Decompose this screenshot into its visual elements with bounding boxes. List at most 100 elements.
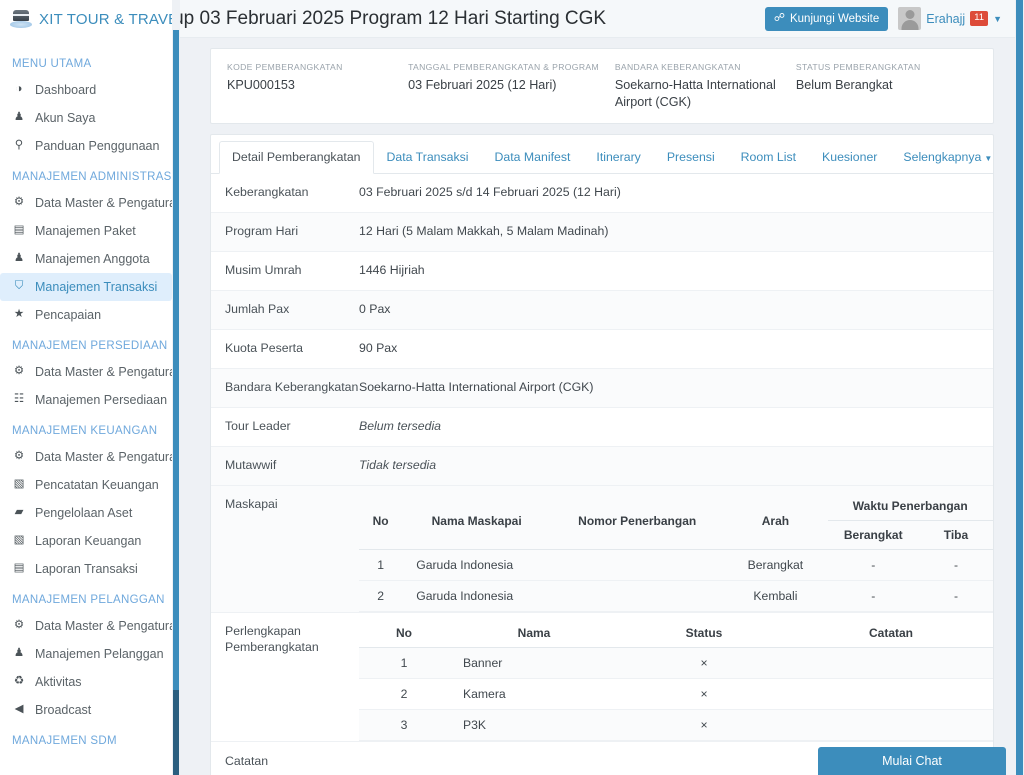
detail-key: Keberangkatan bbox=[225, 185, 309, 200]
tab-label: Itinerary bbox=[596, 150, 641, 165]
sidebar-item-manajemen-persediaan[interactable]: ☷ Manajemen Persediaan bbox=[0, 386, 180, 414]
tab-selengkapnya[interactable]: Selengkapnya ▼ bbox=[890, 141, 1005, 174]
users-icon: ♟ bbox=[13, 252, 25, 265]
summary-value: KPU000153 bbox=[227, 78, 295, 92]
cell-tiba: - bbox=[918, 580, 993, 613]
sidebar-item-data-master-pengaturan[interactable]: ⚙ Data Master & Pengaturan bbox=[0, 189, 180, 217]
cell-arah: Berangkat bbox=[723, 549, 828, 582]
sidebar-scrollbar-thumb[interactable] bbox=[173, 30, 179, 690]
page-scrollbar-thumb[interactable] bbox=[1016, 0, 1023, 775]
dashboard-icon: ◑ bbox=[15, 83, 23, 96]
user-name: Erahajj bbox=[926, 11, 966, 26]
detail-row: Mutawwif Tidak tersedia bbox=[211, 447, 993, 487]
summary-field: KODE PEMBERANGKATAN KPU000153 bbox=[227, 62, 408, 110]
tab-label: Presensi bbox=[666, 150, 715, 165]
topbar: Grup 03 Februari 2025 Program 12 Hari St… bbox=[180, 0, 1024, 38]
detail-rows: Keberangkatan 03 Februari 2025 s/d 14 Feb… bbox=[211, 174, 993, 487]
sidebar-item-pencapaian[interactable]: ★ Pencapaian bbox=[0, 301, 180, 329]
tab-data-manifest[interactable]: Data Manifest bbox=[482, 141, 584, 174]
users-icon: ♟ bbox=[13, 647, 25, 660]
sidebar-item-dashboard[interactable]: ◑ Dashboard bbox=[0, 76, 180, 104]
tab-itinerary[interactable]: Itinerary bbox=[583, 141, 653, 174]
sidebar-item-broadcast[interactable]: ◀ Broadcast bbox=[0, 696, 180, 724]
sidebar-item-laporan-transaksi[interactable]: ▤ Laporan Transaksi bbox=[0, 555, 180, 583]
summary-value: 03 Februari 2025 (12 Hari) bbox=[408, 78, 557, 92]
tab-kuesioner[interactable]: Kuesioner bbox=[809, 141, 890, 174]
summary-value: Soekarno-Hatta International Airport (CG… bbox=[614, 78, 776, 109]
detail-key: Bandara Keberangkatan bbox=[225, 380, 359, 395]
sidebar-item-manajemen-transaksi[interactable]: ⛉ Manajemen Transaksi bbox=[0, 273, 172, 301]
sidebar-item-data-master-pengaturan[interactable]: ⚙ Data Master & Pengaturan bbox=[0, 443, 180, 471]
tab-label: Detail Pemberangkatan bbox=[232, 150, 361, 165]
sidebar-item-label: Pengelolaan Aset bbox=[35, 506, 133, 520]
sidebar-item-aktivitas[interactable]: ♻ Aktivitas bbox=[0, 668, 180, 696]
departure-summary-card: KODE PEMBERANGKATAN KPU000153 TANGGAL PE… bbox=[210, 48, 994, 125]
visit-website-label: Kunjungi Website bbox=[789, 12, 880, 25]
cell-no: 1 bbox=[359, 549, 403, 582]
maskapai-table: No Nama Maskapai Nomor Penerbangan Arah … bbox=[359, 492, 993, 613]
sidebar-item-manajemen-anggota[interactable]: ♟ Manajemen Anggota bbox=[0, 245, 180, 273]
detail-row: Kuota Peserta 90 Pax bbox=[211, 330, 993, 370]
detail-row: Program Hari 12 Hari (5 Malam Makkah, 5 M… bbox=[211, 213, 993, 253]
maskapai-row: Maskapai No Nama Maskapai Nomor Penerban… bbox=[211, 486, 993, 614]
gears-icon: ⚙ bbox=[13, 196, 25, 209]
detail-row: Bandara Keberangkatan Soekarno-Hatta Inte… bbox=[211, 369, 993, 409]
tab-data-transaksi[interactable]: Data Transaksi bbox=[374, 141, 482, 174]
sidebar-item-pencatatan-keuangan[interactable]: ▧ Pencatatan Keuangan bbox=[0, 471, 180, 499]
sidebar-item-data-master-pengaturan[interactable]: ⚙ Data Master & Pengaturan bbox=[0, 358, 180, 386]
sidebar-scrollbar-lower[interactable] bbox=[173, 690, 179, 775]
brand-name: XIT TOUR & TRAVEL bbox=[39, 10, 180, 28]
brand-logo-area[interactable]: XIT TOUR & TRAVEL bbox=[0, 0, 180, 38]
table-row: 1 Garuda Indonesia Berangkat - - bbox=[359, 549, 993, 582]
cart-icon: ⛉ bbox=[14, 280, 24, 293]
detail-key: Musim Umrah bbox=[225, 263, 302, 278]
summary-field: TANGGAL PEMBERANGKATAN & PROGRAM 03 Febr… bbox=[408, 62, 615, 110]
user-menu[interactable]: Erahajj 11 ▼ bbox=[898, 7, 1002, 30]
gears-icon: ⚙ bbox=[13, 450, 25, 463]
cell-no: 2 bbox=[359, 580, 403, 613]
bulb-icon: ⚲ bbox=[14, 139, 24, 152]
cell-catatan bbox=[789, 709, 993, 742]
sidebar-item-label: Pencapaian bbox=[35, 308, 102, 322]
tab-presensi[interactable]: Presensi bbox=[654, 141, 728, 174]
sidebar-item-data-master-pengaturan[interactable]: ⚙ Data Master & Pengaturan bbox=[0, 612, 180, 640]
sidebar-group-header: MANAJEMEN KEUANGAN bbox=[12, 425, 158, 437]
cell-status: × bbox=[619, 678, 789, 711]
tab-detail-pemberangkatan[interactable]: Detail Pemberangkatan bbox=[219, 141, 374, 175]
start-chat-button[interactable]: Mulai Chat bbox=[818, 747, 1006, 775]
sidebar-group-header: MANAJEMEN ADMINISTRASI bbox=[12, 171, 176, 183]
col-berangkat: Berangkat bbox=[827, 520, 919, 551]
cell-nama: Banner bbox=[449, 647, 619, 680]
gears-icon: ⚙ bbox=[13, 619, 25, 632]
summary-field: STATUS PEMBERANGKATAN Belum Berangkat bbox=[796, 62, 977, 110]
main-area: Grup 03 Februari 2025 Program 12 Hari St… bbox=[180, 0, 1024, 775]
star-badge-icon: ★ bbox=[13, 308, 25, 321]
tab-label: Kuesioner bbox=[822, 150, 878, 165]
sidebar-item-label: Panduan Penggunaan bbox=[35, 139, 160, 153]
sidebar-item-manajemen-paket[interactable]: ▤ Manajemen Paket bbox=[0, 217, 180, 245]
sidebar-item-panduan-penggunaan[interactable]: ⚲ Panduan Penggunaan bbox=[0, 132, 180, 160]
briefcase-icon: ▰ bbox=[14, 506, 24, 519]
sidebar-item-pengelolaan-aset[interactable]: ▰ Pengelolaan Aset bbox=[0, 499, 180, 527]
col-nomor-penerbangan: Nomor Penerbangan bbox=[551, 492, 724, 551]
table-header-row: No Nama Maskapai Nomor Penerbangan Arah … bbox=[359, 492, 993, 551]
tab-room-list[interactable]: Room List bbox=[728, 141, 809, 174]
maskapai-label: Maskapai bbox=[225, 497, 278, 512]
sidebar-item-manajemen-pelanggan[interactable]: ♟ Manajemen Pelanggan bbox=[0, 640, 180, 668]
sidebar-item-laporan-keuangan[interactable]: ▧ Laporan Keuangan bbox=[0, 527, 180, 555]
recycle-icon: ♻ bbox=[13, 675, 25, 688]
gears-icon: ⚙ bbox=[13, 365, 25, 378]
table-row: 1 Banner × bbox=[359, 647, 993, 680]
sidebar-item-akun-saya[interactable]: ♟ Akun Saya bbox=[0, 104, 180, 132]
detail-value: 12 Hari (5 Malam Makkah, 5 Malam Madinah… bbox=[359, 224, 609, 239]
detail-value: Tidak tersedia bbox=[359, 458, 437, 473]
cell-nomor-penerbangan bbox=[551, 580, 724, 613]
visit-website-button[interactable]: ☍ Kunjungi Website bbox=[764, 6, 889, 31]
kaaba-logo-icon bbox=[10, 9, 32, 29]
chevron-down-icon: ▼ bbox=[993, 13, 1002, 24]
sidebar-item-label: Data Master & Pengaturan bbox=[35, 450, 180, 464]
summary-label: TANGGAL PEMBERANGKATAN & PROGRAM bbox=[408, 62, 599, 72]
cell-no: 3 bbox=[359, 709, 449, 742]
sidebar-item-label: Laporan Transaksi bbox=[35, 562, 138, 576]
sidebar-item-label: Manajemen Persediaan bbox=[35, 393, 168, 407]
